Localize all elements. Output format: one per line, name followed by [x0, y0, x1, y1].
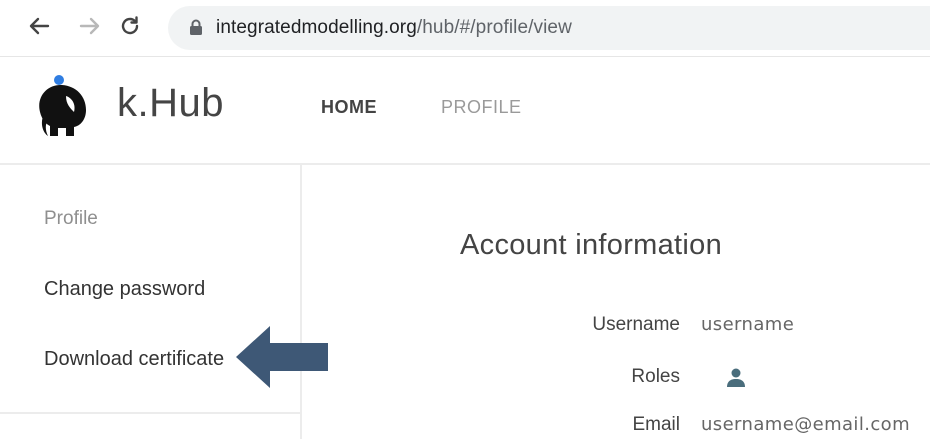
address-bar[interactable]: integratedmodelling.org/hub/#/profile/vi…	[168, 6, 930, 50]
arrow-left-icon	[29, 17, 50, 35]
brand-name[interactable]: k.Hub	[117, 81, 224, 126]
email-label: Email	[632, 414, 680, 435]
url-host: integratedmodelling.org	[216, 17, 417, 38]
email-value: username@email.com	[701, 414, 910, 435]
username-value: username	[701, 314, 795, 335]
url-text: integratedmodelling.org/hub/#/profile/vi…	[216, 17, 572, 39]
sidebar-item-change-password[interactable]: Change password	[44, 278, 205, 301]
elephant-logo-icon[interactable]	[30, 74, 98, 142]
nav-profile[interactable]: PROFILE	[441, 97, 522, 118]
page-title: Account information	[460, 229, 722, 261]
sidebar-divider	[0, 412, 300, 414]
arrow-right-icon	[79, 17, 100, 35]
back-button[interactable]	[25, 12, 53, 40]
arrow-left-pointer-icon	[236, 326, 328, 388]
reload-button[interactable]	[116, 12, 144, 40]
sidebar-item-download-certificate[interactable]: Download certificate	[44, 348, 224, 371]
username-label: Username	[592, 314, 680, 335]
sidebar-item-profile[interactable]: Profile	[44, 208, 98, 230]
lock-icon	[190, 19, 202, 35]
forward-button[interactable]	[76, 12, 104, 40]
sidebar: Profile Change password Download certifi…	[0, 165, 302, 439]
roles-label: Roles	[631, 366, 680, 387]
reload-icon	[121, 16, 139, 35]
url-path: /hub/#/profile/view	[416, 17, 572, 38]
person-icon	[727, 368, 745, 387]
nav-home[interactable]: HOME	[321, 97, 377, 118]
app-header: k.Hub HOME PROFILE	[0, 57, 930, 165]
browser-toolbar: integratedmodelling.org/hub/#/profile/vi…	[0, 0, 930, 57]
